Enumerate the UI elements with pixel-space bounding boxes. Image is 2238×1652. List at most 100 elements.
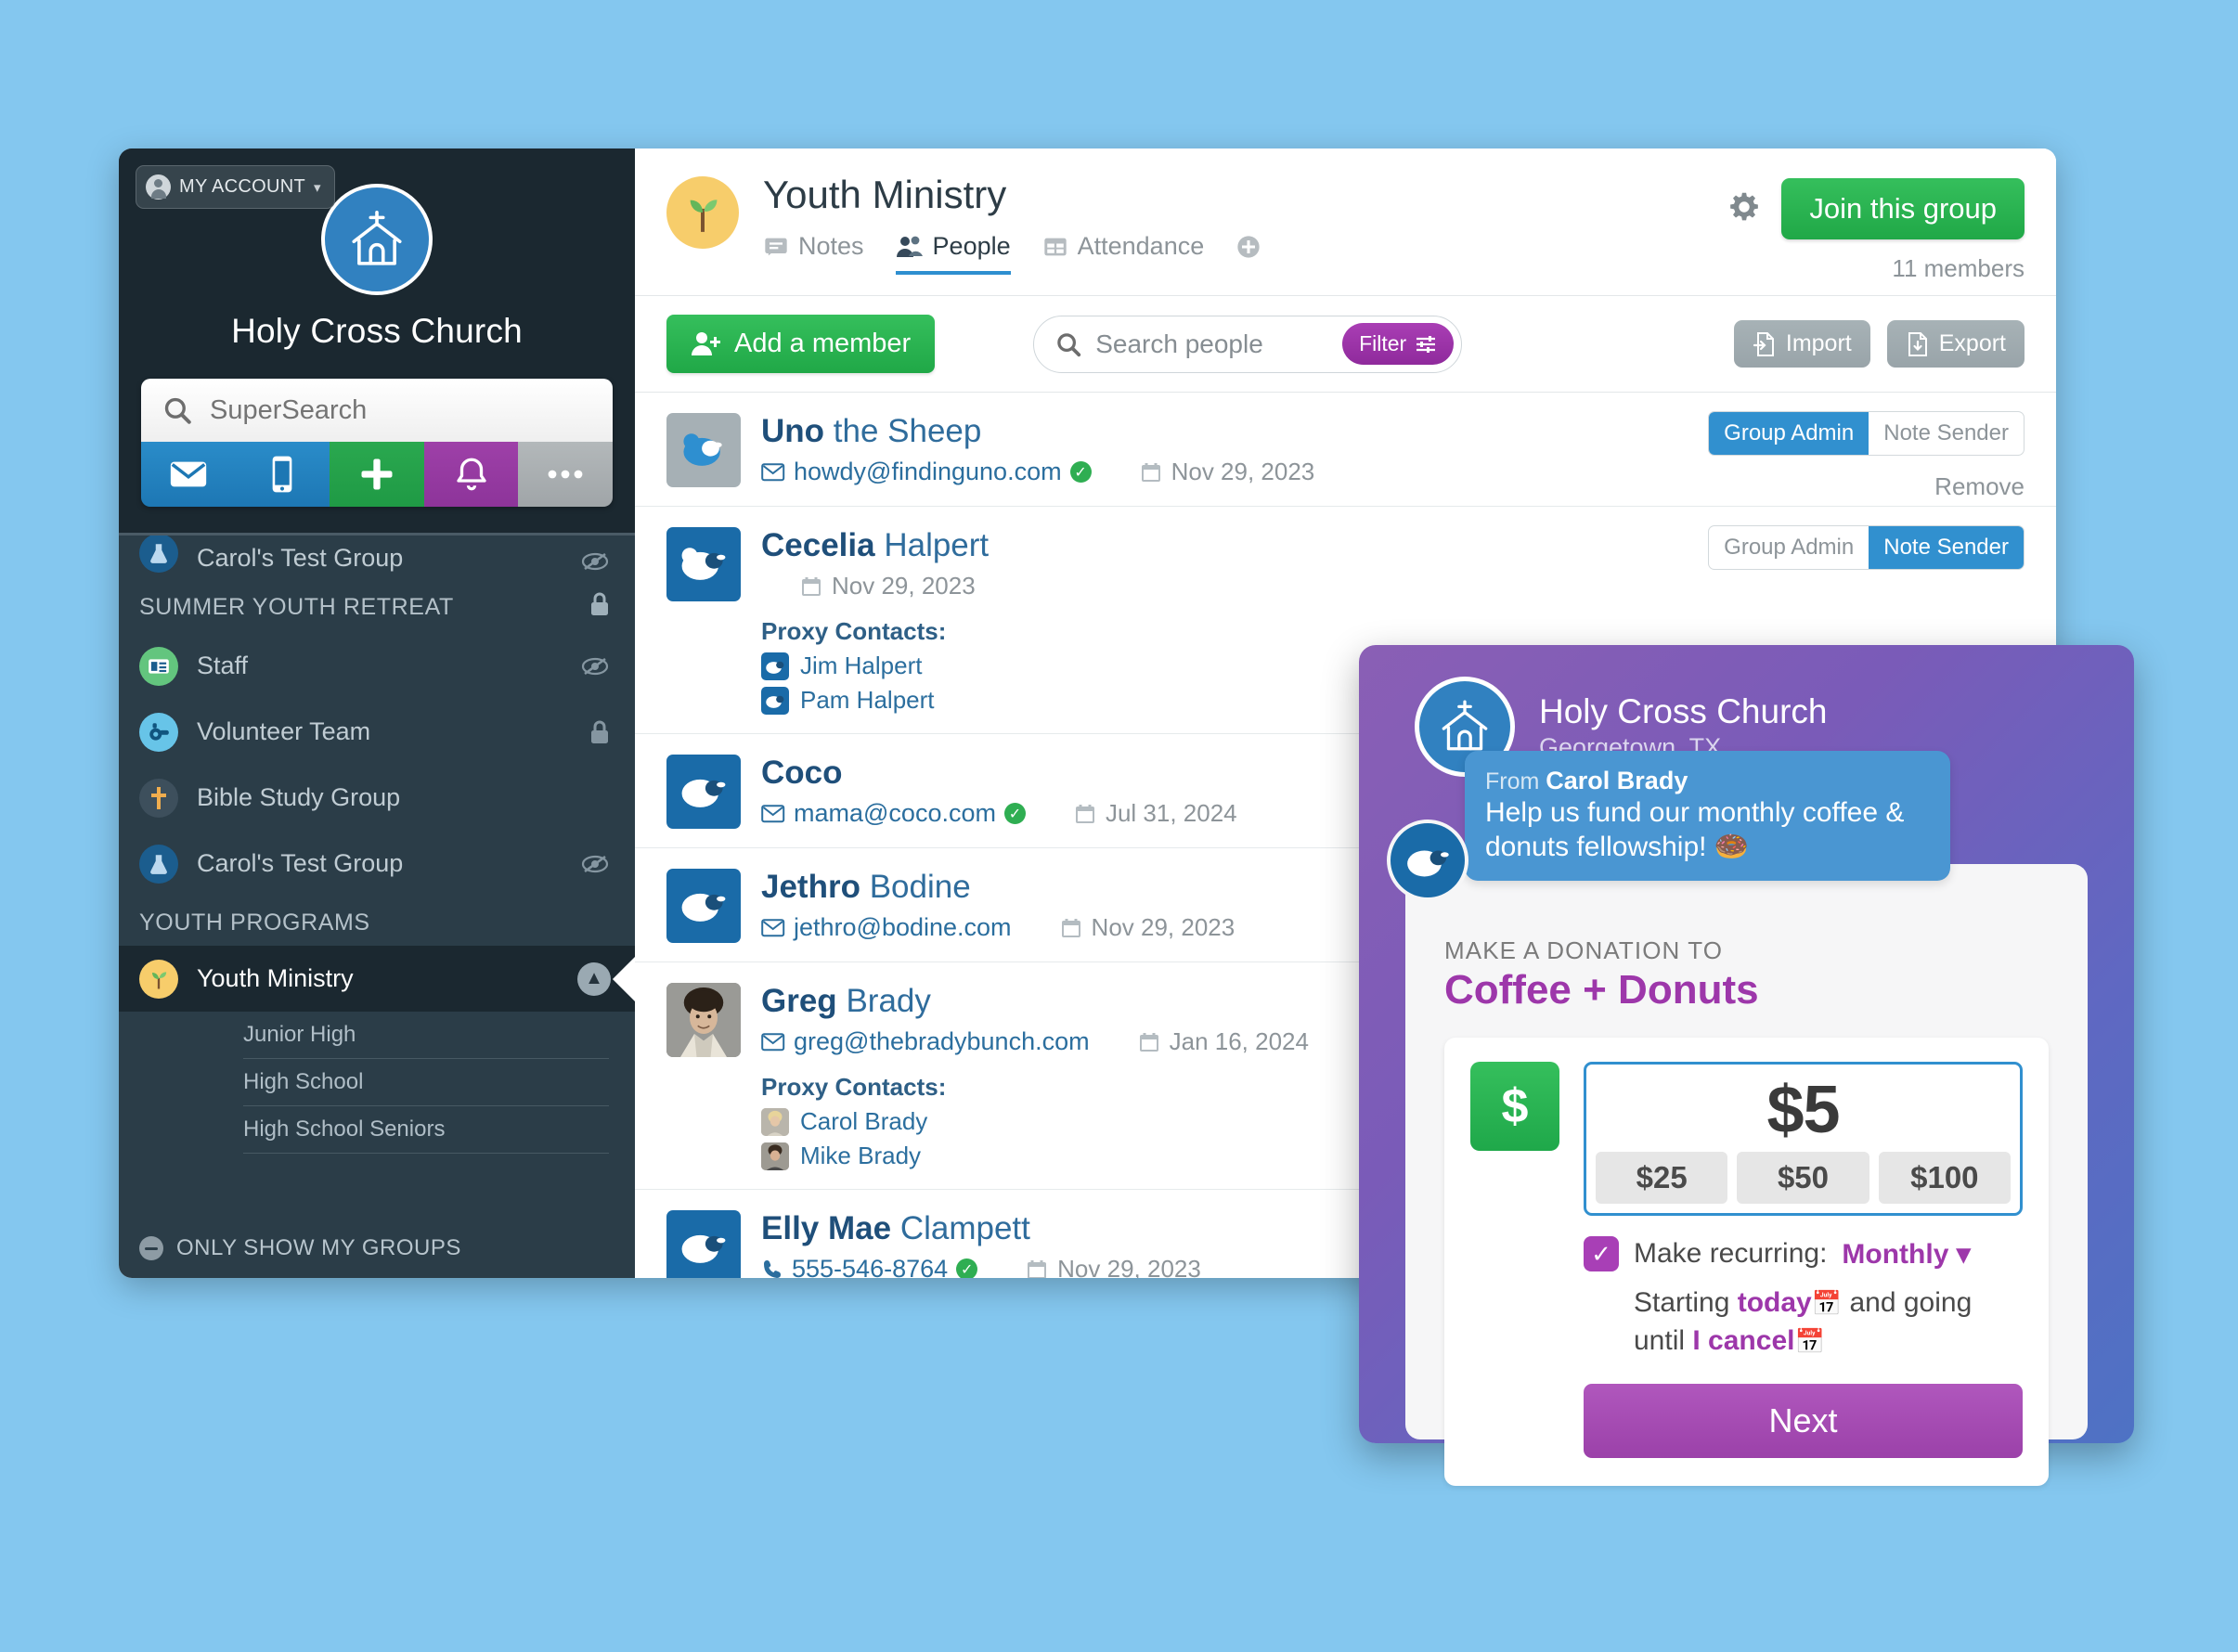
notifications-quick-action[interactable] xyxy=(423,442,519,507)
member-first-name: Coco xyxy=(761,755,843,791)
sidebar-subitem-high-school[interactable]: High School xyxy=(243,1059,609,1106)
role-note-sender[interactable]: Note Sender xyxy=(1869,526,2024,569)
sidebar-item-label: Volunteer Team xyxy=(197,717,371,745)
member-email[interactable]: howdy@findinguno.com ✓ xyxy=(761,458,1092,486)
role-note-sender[interactable]: Note Sender xyxy=(1869,412,2024,455)
member-first-name: Elly Mae xyxy=(761,1210,892,1246)
supersearch-placeholder: SuperSearch xyxy=(210,394,368,425)
search-people-placeholder: Search people xyxy=(1095,329,1263,358)
sliders-icon xyxy=(1417,335,1436,353)
sender-avatar xyxy=(1387,820,1468,901)
sidebar-item-staff[interactable]: Staff xyxy=(119,633,635,699)
my-account-button[interactable]: MY ACCOUNT ▾ xyxy=(136,165,335,209)
sheep-avatar-icon xyxy=(681,1234,726,1263)
recurring-frequency-select[interactable]: Monthly ▾ xyxy=(1842,1238,1970,1271)
plus-icon xyxy=(361,458,393,490)
only-show-my-groups-toggle[interactable]: ONLY SHOW MY GROUPS xyxy=(139,1235,461,1261)
avatar xyxy=(666,869,741,943)
member-first-name: Uno xyxy=(761,413,825,449)
active-indicator xyxy=(612,956,635,1001)
recurring-row: ✓ Make recurring: Monthly ▾ xyxy=(1584,1236,2023,1271)
eye-slash-icon[interactable] xyxy=(579,550,611,573)
text-quick-action[interactable] xyxy=(235,442,330,507)
lock-icon xyxy=(589,591,611,624)
member-phone[interactable]: 555-546-8764 ✓ xyxy=(761,1255,978,1278)
calendar-icon[interactable]: 📅 xyxy=(1794,1327,1824,1355)
remove-member-link[interactable]: Remove xyxy=(1934,472,2025,501)
supersearch-input[interactable]: SuperSearch xyxy=(141,379,613,442)
add-member-button[interactable]: Add a member xyxy=(666,315,936,373)
chevron-down-icon: ▾ xyxy=(1956,1238,1971,1270)
recurring-checkbox[interactable]: ✓ xyxy=(1584,1236,1619,1271)
amount-presets: $25 $50 $100 xyxy=(1596,1152,2011,1204)
grid-icon xyxy=(1043,238,1067,255)
search-people-field[interactable]: Search people Filter xyxy=(1033,315,1463,373)
member-date: Nov 29, 2023 xyxy=(1060,913,1235,942)
sidebar-item-bible-study-group[interactable]: Bible Study Group xyxy=(119,765,635,831)
import-button[interactable]: Import xyxy=(1733,320,1870,368)
calendar-icon[interactable]: 📅 xyxy=(1812,1289,1842,1317)
sidebar-subitem-high-school-seniors[interactable]: High School Seniors xyxy=(243,1106,609,1154)
sidebar-item-volunteer-team[interactable]: Volunteer Team xyxy=(119,699,635,765)
sidebar-section-title: SUMMER YOUTH RETREAT xyxy=(139,594,454,620)
export-button[interactable]: Export xyxy=(1886,320,2025,368)
export-label: Export xyxy=(1938,330,2006,356)
member-email[interactable]: greg@thebradybunch.com xyxy=(761,1027,1090,1056)
member-contact-value: mama@coco.com xyxy=(794,799,996,827)
supersearch-block: SuperSearch xyxy=(141,379,613,507)
sidebar-item-carols-test-group[interactable]: Carol's Test Group xyxy=(119,831,635,897)
user-avatar-icon xyxy=(146,174,171,200)
member-date: Nov 29, 2023 xyxy=(800,572,976,600)
filter-button[interactable]: Filter xyxy=(1342,323,1455,365)
member-email[interactable]: mama@coco.com ✓ xyxy=(761,799,1026,828)
proxy-name: Pam Halpert xyxy=(800,686,935,714)
donation-card: Holy Cross Church Georgetown, TX From Ca… xyxy=(1359,645,2134,1486)
email-quick-action[interactable] xyxy=(141,442,236,507)
member-last-name: Halpert xyxy=(884,527,990,563)
tab-add[interactable] xyxy=(1235,234,1261,274)
amount-input-box[interactable]: $5 $25 $50 $100 xyxy=(1584,1062,2023,1216)
schedule-end-date[interactable]: I cancel xyxy=(1692,1325,1794,1356)
chevron-down-icon: ▾ xyxy=(313,179,321,196)
next-button[interactable]: Next xyxy=(1584,1384,2023,1458)
tab-notes[interactable]: Notes xyxy=(763,232,864,275)
preset-amount-100[interactable]: $100 xyxy=(1878,1152,2011,1204)
tab-attendance[interactable]: Attendance xyxy=(1042,232,1204,275)
role-toggle: Group Admin Note Sender xyxy=(1708,525,2025,570)
eye-slash-icon[interactable] xyxy=(579,853,611,875)
proxy-name: Carol Brady xyxy=(800,1107,928,1135)
member-email[interactable]: jethro@bodine.com xyxy=(761,913,1012,942)
preset-amount-25[interactable]: $25 xyxy=(1596,1152,1728,1204)
join-group-button[interactable]: Join this group xyxy=(1781,178,2025,239)
amount-value[interactable]: $5 xyxy=(1596,1072,2011,1148)
search-icon xyxy=(1057,332,1081,356)
eye-slash-icon[interactable] xyxy=(579,655,611,678)
preset-amount-50[interactable]: $50 xyxy=(1737,1152,1869,1204)
sidebar-subitem-label: Junior High xyxy=(243,1022,356,1047)
role-group-admin[interactable]: Group Admin xyxy=(1709,526,1869,569)
add-quick-action[interactable] xyxy=(330,442,424,507)
sidebar-item-youth-ministry[interactable]: Youth Ministry ▲ xyxy=(119,946,635,1012)
member-row[interactable]: Uno the Sheep howdy@findinguno.com ✓ Nov… xyxy=(635,393,2056,507)
seedling-icon xyxy=(139,959,178,999)
role-toggle: Group Admin Note Sender xyxy=(1708,411,2025,456)
member-date: Jan 16, 2024 xyxy=(1138,1027,1309,1056)
tab-people[interactable]: People xyxy=(895,232,1011,275)
donation-sheet: From Carol Brady Help us fund our monthl… xyxy=(1387,751,2088,1486)
chevron-up-icon[interactable]: ▲ xyxy=(577,962,611,996)
dollar-icon[interactable]: $ xyxy=(1470,1062,1559,1151)
sidebar-item-carols-test-group-partial[interactable]: Carol's Test Group xyxy=(119,536,635,578)
member-date: Nov 29, 2023 xyxy=(1140,458,1314,486)
more-quick-action[interactable] xyxy=(518,442,613,507)
people-icon xyxy=(896,236,923,257)
schedule-start-date[interactable]: today xyxy=(1738,1287,1812,1318)
member-last-name: Clampett xyxy=(899,1210,1030,1246)
proxy-name: Mike Brady xyxy=(800,1142,922,1169)
role-group-admin[interactable]: Group Admin xyxy=(1709,412,1869,455)
envelope-icon xyxy=(761,1032,785,1051)
sheep-avatar-icon xyxy=(681,779,726,807)
sidebar-subitem-junior-high[interactable]: Junior High xyxy=(243,1012,609,1059)
gear-icon[interactable] xyxy=(1727,190,1761,228)
sidebar-section-title: YOUTH PROGRAMS xyxy=(139,910,370,936)
group-avatar xyxy=(666,176,739,249)
